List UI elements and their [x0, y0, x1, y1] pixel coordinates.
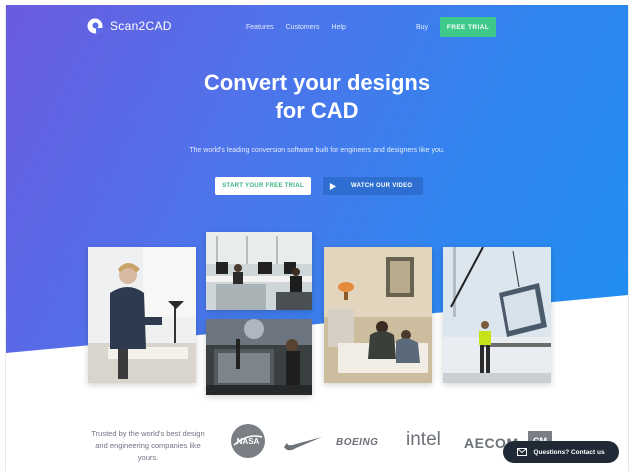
free-trial-button[interactable]: FREE TRIAL [440, 17, 496, 37]
brand-name: Scan2CAD [110, 19, 172, 33]
hero-subtitle: The world's leading conversion software … [189, 147, 445, 154]
trusted-by-text: Trusted by the world's best design and e… [91, 429, 205, 462]
intel-logo: intel [406, 429, 441, 451]
nav-link-customers[interactable]: Customers [286, 24, 320, 31]
photo-construction-crane [443, 247, 551, 383]
headline-line-2: for CAD [275, 98, 359, 123]
intel-logo-text: intel [406, 429, 441, 450]
nike-swoosh-logo [282, 433, 324, 453]
nasa-logo-text: NASA [237, 437, 260, 446]
boeing-logo: BOEING [336, 437, 378, 448]
boeing-logo-text: BOEING [336, 437, 379, 448]
main-nav: Features Customers Help [246, 24, 346, 31]
page-frame: Scan2CAD Features Customers Help Buy FRE… [5, 5, 629, 471]
watch-video-label: WATCH OUR VIDEO [351, 183, 413, 189]
nav-link-help[interactable]: Help [331, 24, 345, 31]
watch-video-button[interactable]: WATCH OUR VIDEO [323, 177, 423, 195]
hero-headline: Convert your designs for CAD [6, 69, 628, 125]
brand-logo[interactable]: Scan2CAD [86, 17, 172, 35]
photo-office-workers [206, 232, 312, 310]
photo-design-meeting [324, 247, 432, 383]
photo-laser-cutter [206, 319, 312, 395]
headline-line-1: Convert your designs [203, 70, 431, 95]
nasa-logo: NASA [230, 423, 266, 459]
questions-chat-button[interactable]: Questions? Contact us [503, 441, 619, 463]
photo-architect-drafting [88, 247, 196, 383]
play-icon [323, 177, 341, 195]
nav-link-buy[interactable]: Buy [416, 24, 428, 31]
scan2cad-logo-icon [87, 18, 103, 34]
nav-link-features[interactable]: Features [246, 24, 274, 31]
mail-icon [517, 448, 528, 456]
chat-label: Questions? Contact us [533, 448, 605, 456]
start-free-trial-button[interactable]: START YOUR FREE TRIAL [215, 177, 311, 195]
